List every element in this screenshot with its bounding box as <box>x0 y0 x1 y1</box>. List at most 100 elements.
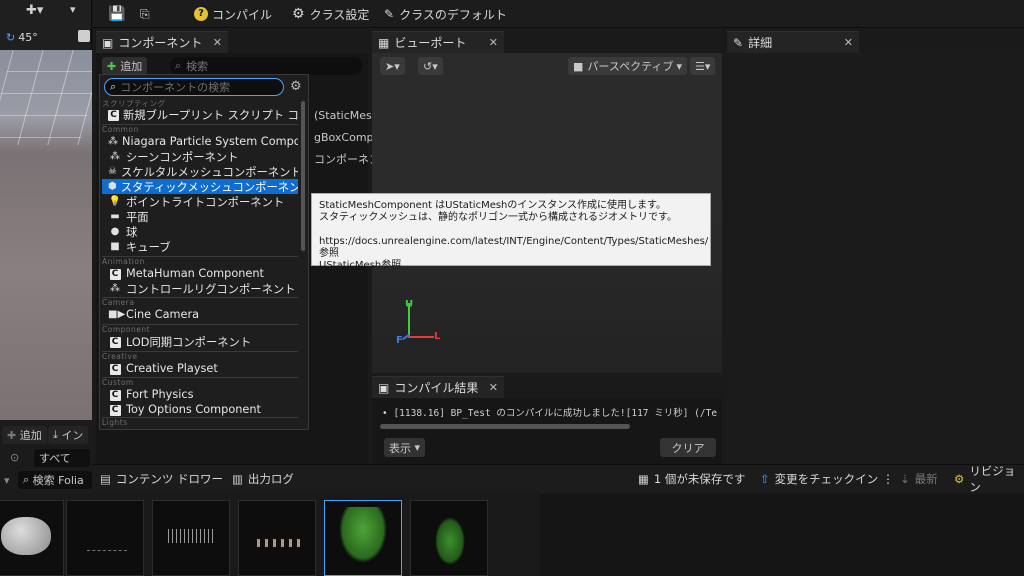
upload-icon: ⇧ <box>760 472 770 486</box>
angle-snap[interactable]: ↻ 45° <box>6 28 38 46</box>
menu-item-scene[interactable]: ⁂ シーンコンポーネント <box>102 149 298 164</box>
class-settings-button[interactable]: ⚙ クラス設定 <box>292 0 369 28</box>
menu-item-fort-physics[interactable]: C Fort Physics <box>102 387 298 402</box>
menu-item-cine-camera[interactable]: ■▶ Cine Camera <box>102 307 298 322</box>
axis-l-label: L <box>434 331 441 342</box>
compile-button[interactable]: ? コンパイル <box>194 0 272 28</box>
transform-button[interactable]: ↺▾ <box>418 57 443 75</box>
menu-item-sphere[interactable]: ● 球 <box>102 224 298 239</box>
browse-icon[interactable]: ⎘ <box>140 0 150 28</box>
menu-item-static-mesh[interactable]: ⬢ スタティックメッシュコンポーネント <box>102 179 298 194</box>
menu-item-control-rig[interactable]: ⁂ コントロールリグコンポーネント <box>102 281 298 296</box>
save-icon[interactable]: 💾 <box>108 0 125 28</box>
rotate-icon: ↻ <box>6 30 16 44</box>
tab-components[interactable]: ▣ コンポーネント ✕ <box>96 31 228 53</box>
blueprint-icon: C <box>108 109 119 121</box>
select-mode-button[interactable]: ➤▾ <box>380 57 405 75</box>
lightbulb-icon: 💡 <box>108 196 122 207</box>
component-tree-behind: (StaticMes gBoxCompo コンポーネン <box>314 109 381 166</box>
latest-button[interactable]: ⇣ 最新 <box>900 465 938 493</box>
more-options-icon[interactable]: ⋮ <box>882 465 894 493</box>
category-custom: Custom <box>102 378 134 387</box>
asset-thumbnail[interactable] <box>152 500 230 576</box>
close-icon[interactable]: ✕ <box>489 381 498 394</box>
log-icon: ▥ <box>232 472 243 486</box>
add-button[interactable]: ✚ 追加 <box>2 426 47 444</box>
compile-results-icon: ▣ <box>378 380 390 395</box>
chevron-down-icon: ▾ <box>676 59 682 73</box>
asset-thumbnail[interactable] <box>0 500 64 576</box>
revision-button[interactable]: ⚙ リビジョン <box>954 464 1024 494</box>
scene-icon: ⁂ <box>110 151 120 162</box>
plus-icon: ✚ <box>107 59 117 73</box>
content-drawer-button[interactable]: ▤ コンテンツ ドロワー <box>100 465 223 493</box>
tab-details[interactable]: ✎ 詳細 ✕ <box>727 31 859 53</box>
unsaved-button[interactable]: ▦ 1 個が未保存です <box>638 465 745 493</box>
close-icon[interactable]: ✕ <box>489 36 498 49</box>
grid-icon[interactable] <box>78 30 90 42</box>
import-button[interactable]: ⤓ イン <box>48 426 89 444</box>
asset-thumbnail-selected[interactable] <box>324 500 402 576</box>
search-icon: ⌕ <box>175 59 182 72</box>
level-viewport[interactable] <box>0 50 92 420</box>
compile-results-panel: • [1138.16] BP_Test のコンパイルに成功しました![117 ミ… <box>372 398 722 464</box>
settings-icon[interactable]: ⚙ <box>290 79 302 94</box>
category-camera: Camera <box>102 298 135 307</box>
horizontal-scrollbar[interactable] <box>380 424 630 429</box>
menu-item-lod-sync[interactable]: C LOD同期コンポーネント <box>102 334 298 349</box>
close-icon[interactable]: ✕ <box>844 36 853 49</box>
menu-item-creative-playset[interactable]: C Creative Playset <box>102 361 298 376</box>
menu-item-niagara[interactable]: ⁂Niagara Particle System Component <box>102 134 298 149</box>
menu-item-plane[interactable]: ▬ 平面 <box>102 209 298 224</box>
camera-icon: ■ <box>573 59 584 73</box>
menu-item-new-blueprint[interactable]: C新規ブループリント スクリプト コンポ <box>102 107 298 122</box>
pencil-icon: ✎ <box>384 7 395 21</box>
menu-item-skeletal-mesh[interactable]: ☠ スケルタルメッシュコンポーネント <box>102 164 298 179</box>
control-rig-icon: ⁂ <box>110 283 120 294</box>
tab-compile-results[interactable]: ▣ コンパイル結果 ✕ <box>372 376 504 398</box>
class-defaults-button[interactable]: ✎ クラスのデフォルト <box>384 0 507 28</box>
axis-u-label: U <box>405 299 414 310</box>
viewport-menu-button[interactable]: ☰▾ <box>690 57 716 75</box>
cursor-icon: ➤▾ <box>385 59 400 73</box>
asset-thumbnail[interactable] <box>410 500 488 576</box>
category-lights: Lights <box>102 418 128 427</box>
component-search-input[interactable]: ⌕ コンポーネントの検索 <box>104 78 284 96</box>
output-log-button[interactable]: ▥ 出力ログ <box>232 465 294 493</box>
menu-item-toy-options[interactable]: C Toy Options Component <box>102 402 298 417</box>
plane-icon: ▬ <box>110 211 120 222</box>
category-component: Component <box>102 325 151 334</box>
static-mesh-tooltip: StaticMeshComponent はUStaticMeshのインスタンス作… <box>311 193 711 271</box>
sphere-icon: ● <box>110 226 120 237</box>
history-icon[interactable]: ⊙ <box>10 451 19 464</box>
add-actor-icon[interactable]: ✚▾ <box>26 3 43 18</box>
left-content-panel: ✚ 追加 ⤓ イン ⊙ すべて ▾ ⌕ 検索 Folia <box>0 420 92 494</box>
more-icon[interactable]: ▾ <box>70 3 76 16</box>
add-component-button[interactable]: ✚ 追加 <box>102 57 148 75</box>
show-button[interactable]: 表示 ▾ <box>384 438 426 457</box>
clear-button[interactable]: クリア <box>660 438 716 457</box>
add-component-dropdown: ⌕ コンポーネントの検索 ⚙ スクリプティング C 新規ブループリント スクリプト… <box>99 74 309 430</box>
all-filter[interactable]: すべて <box>34 449 90 467</box>
plus-icon: ✚ <box>7 428 17 442</box>
unsaved-icon: ▦ <box>638 472 649 486</box>
category-creative: Creative <box>102 352 138 361</box>
close-icon[interactable]: ✕ <box>213 36 222 49</box>
folder-icon: ▤ <box>100 472 111 486</box>
tab-viewport[interactable]: ▦ ビューポート ✕ <box>372 31 504 53</box>
components-search-input[interactable]: ⌕ 検索 <box>170 57 362 75</box>
chevron-down-icon[interactable]: ▾ <box>4 474 10 487</box>
skeleton-icon: ☠ <box>108 166 117 177</box>
asset-thumbnail[interactable] <box>238 500 316 576</box>
check-in-button[interactable]: ⇧ 変更をチェックイン <box>760 465 878 493</box>
search-icon: ⌕ <box>23 473 30 486</box>
asset-search-input[interactable]: ⌕ 検索 Folia <box>18 471 92 489</box>
menu-item-cube[interactable]: ■ キューブ <box>102 239 298 254</box>
menu-item-point-light[interactable]: 💡 ポイントライトコンポーネント <box>102 194 298 209</box>
axis-f-label: F <box>396 335 403 346</box>
menu-item-metahuman[interactable]: C MetaHuman Component <box>102 266 298 281</box>
asset-thumbnail[interactable] <box>66 500 144 576</box>
perspective-button[interactable]: ■ パースペクティブ ▾ <box>568 57 687 75</box>
dropdown-scrollbar[interactable] <box>301 101 305 251</box>
camera-icon: ■▶ <box>108 309 126 320</box>
